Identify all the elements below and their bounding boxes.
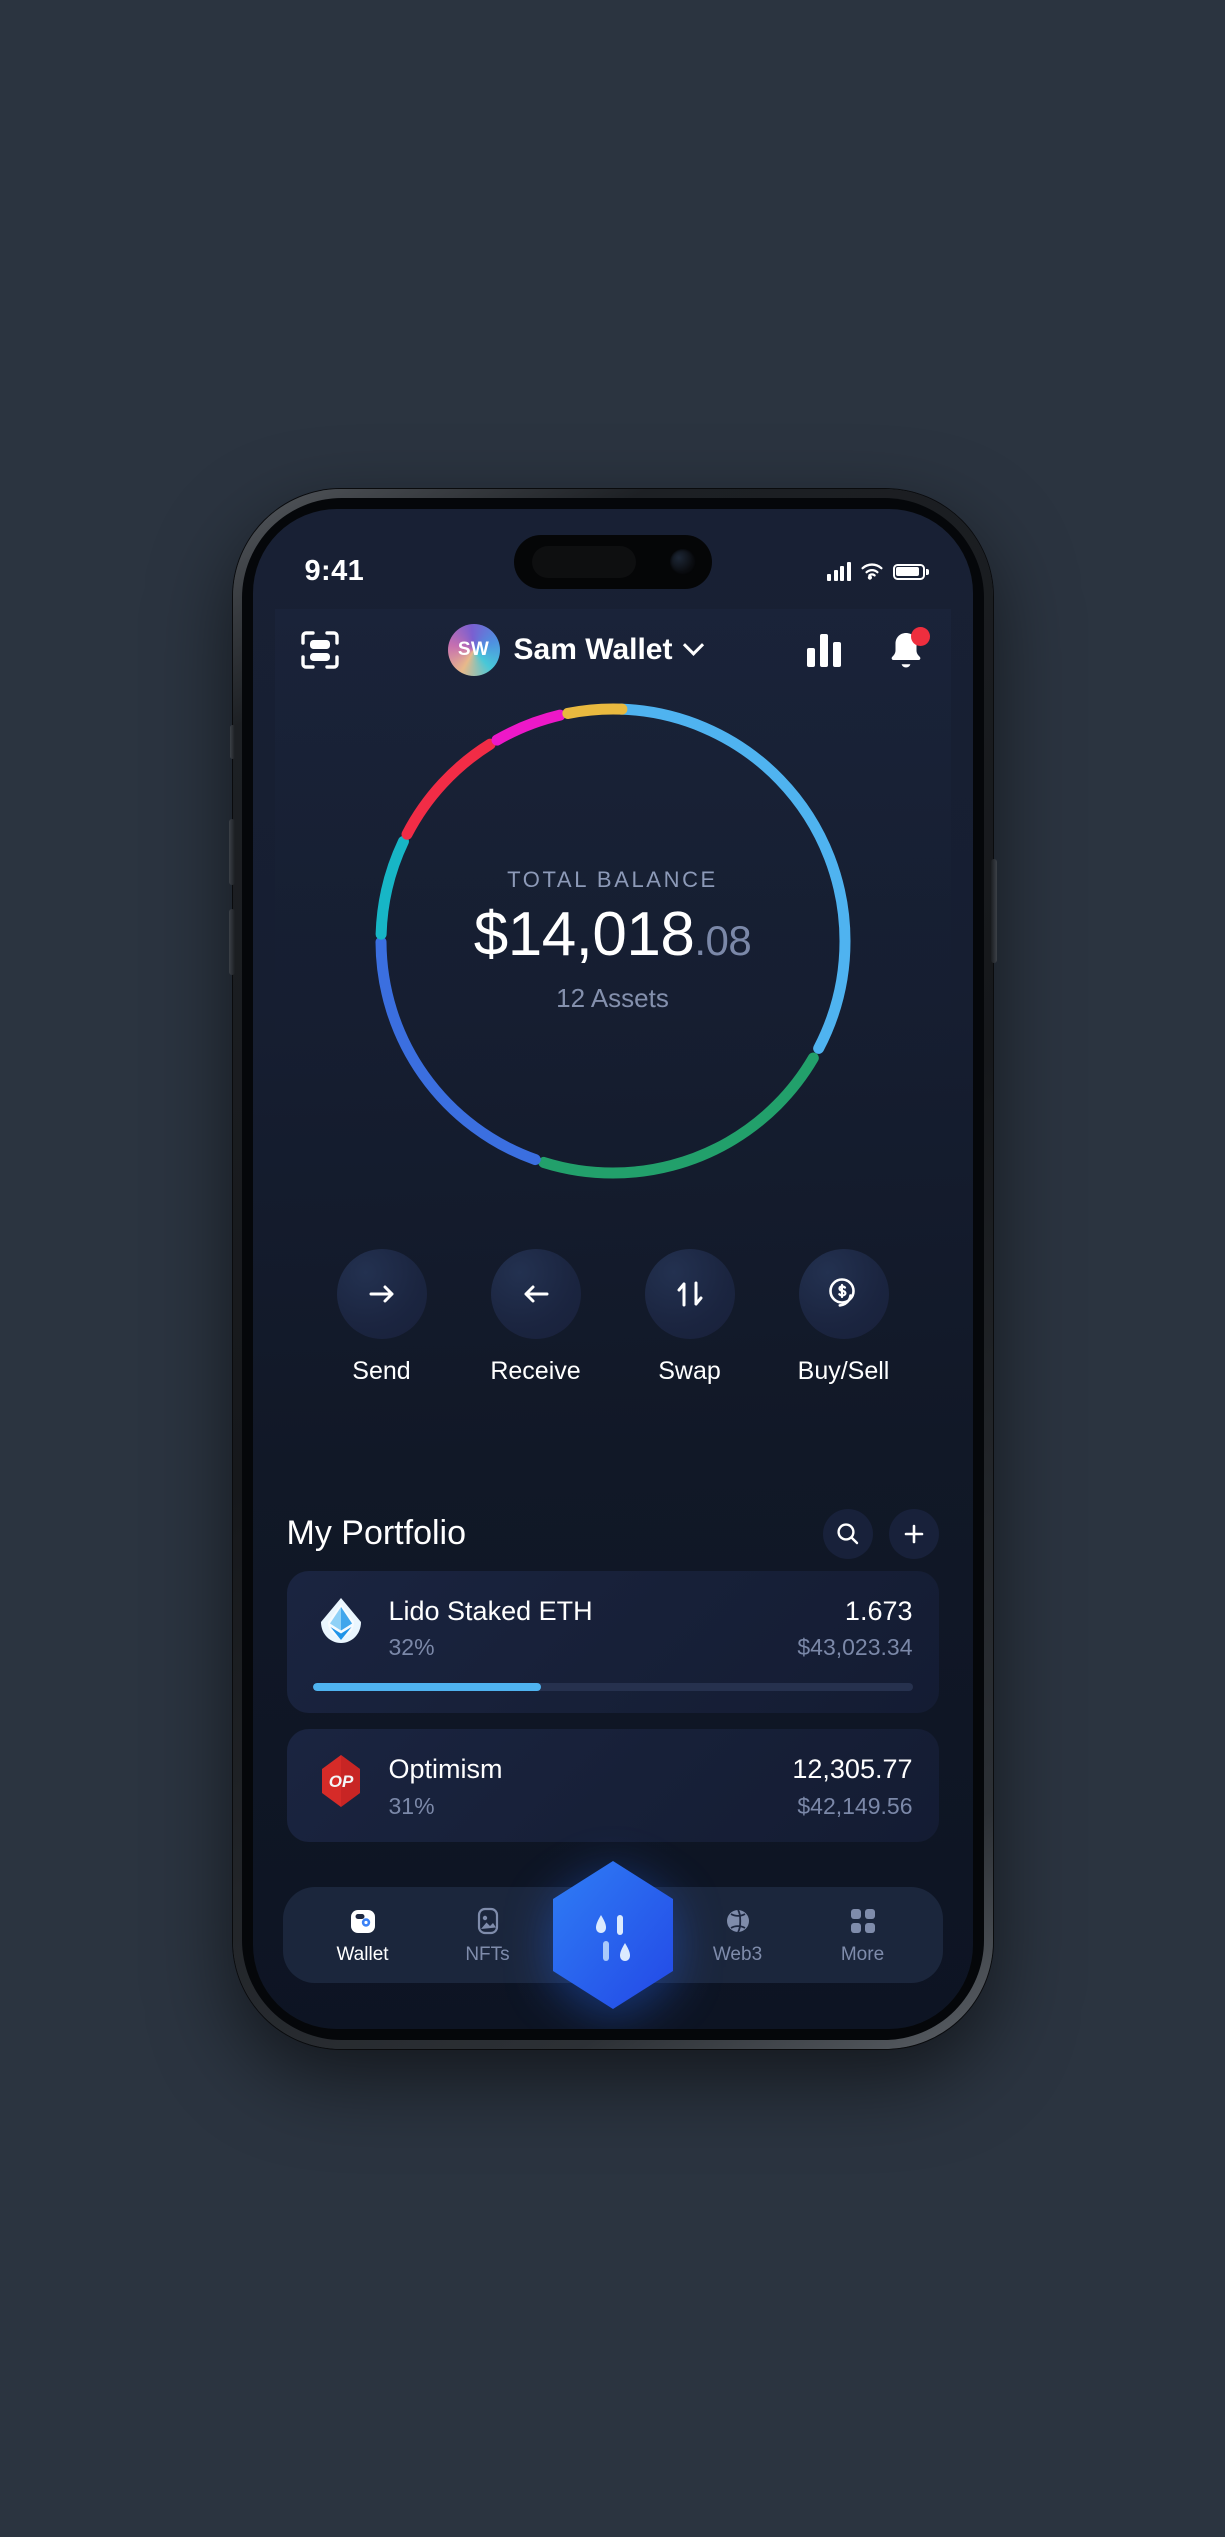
swap-arrows-icon — [644, 1248, 735, 1339]
notification-bell-icon[interactable] — [885, 626, 930, 672]
balance-donut-chart: TOTAL BALANCE $14,018.08 12 Assets — [253, 691, 973, 1211]
send-label: Send — [352, 1356, 411, 1385]
bar-chart-icon[interactable] — [806, 633, 841, 667]
balance-whole: $14,018 — [473, 900, 695, 970]
app-header: SW Sam Wallet — [253, 609, 973, 691]
swap-label: Swap — [658, 1356, 721, 1385]
asset-progress-bar — [312, 1683, 913, 1692]
svg-text:OP: OP — [328, 1772, 353, 1791]
receive-button[interactable]: Receive — [476, 1248, 596, 1386]
asset-quantity: 12,305.77 — [792, 1754, 913, 1785]
lido-icon — [313, 1595, 369, 1651]
send-button[interactable]: Send — [322, 1248, 442, 1386]
image-icon — [472, 1904, 504, 1938]
asset-name: Optimism — [388, 1754, 503, 1785]
buy-sell-button[interactable]: Buy/Sell — [784, 1248, 904, 1386]
asset-list: Lido Staked ETH 32% 1.673 $43,023.34 OP … — [286, 1570, 939, 1859]
asset-value: $43,023.34 — [797, 1634, 913, 1661]
portfolio-header: My Portfolio — [253, 1508, 973, 1559]
buy-sell-label: Buy/Sell — [797, 1356, 890, 1385]
plus-icon[interactable] — [888, 1508, 939, 1559]
wallet-selector[interactable]: SW Sam Wallet — [447, 623, 705, 676]
hexagon-token-icon[interactable] — [547, 1859, 679, 2011]
table-row[interactable]: OP Optimism 31% 12,305.77 $42,149.56 — [286, 1729, 939, 1842]
status-icons — [827, 562, 929, 581]
table-row[interactable]: Lido Staked ETH 32% 1.673 $43,023.34 — [286, 1570, 939, 1714]
asset-percent: 31% — [388, 1793, 435, 1819]
arrow-right-icon — [336, 1248, 427, 1339]
volume-up-button[interactable] — [228, 818, 235, 885]
avatar: SW — [447, 623, 500, 676]
assets-count: 12 Assets — [556, 982, 669, 1013]
battery-icon — [892, 563, 929, 580]
swap-button[interactable]: Swap — [630, 1248, 750, 1386]
silent-switch[interactable] — [229, 724, 235, 759]
grid-icon — [848, 1904, 878, 1938]
balance-center: TOTAL BALANCE $14,018.08 12 Assets — [363, 691, 863, 1191]
scan-icon[interactable] — [297, 627, 343, 673]
front-camera-icon — [669, 548, 696, 575]
status-clock: 9:41 — [304, 555, 365, 587]
chevron-down-icon[interactable] — [683, 634, 705, 656]
tab-more[interactable]: More — [817, 1904, 909, 1966]
phone-mockup: 9:41 SW Sam Wallet TOTAL BALANCE $14,018… — [228, 488, 997, 2049]
cellular-bars-icon — [827, 562, 851, 581]
tab-label: Web3 — [712, 1943, 763, 1965]
receive-label: Receive — [490, 1356, 581, 1385]
power-button[interactable] — [990, 858, 997, 963]
tab-label: More — [840, 1943, 885, 1965]
tab-wallet[interactable]: Wallet — [317, 1904, 409, 1966]
arrow-left-icon — [490, 1248, 581, 1339]
quick-actions: Send Receive Swap Buy/Sell — [253, 1248, 973, 1386]
asset-quantity: 1.673 — [844, 1595, 913, 1626]
tab-label: NFTs — [465, 1943, 510, 1965]
page-title: My Portfolio — [286, 1514, 467, 1552]
asset-percent: 32% — [388, 1634, 435, 1661]
dollar-coin-icon — [798, 1248, 889, 1339]
asset-value: $42,149.56 — [797, 1793, 913, 1819]
dynamic-island — [513, 534, 712, 589]
tab-label: Wallet — [336, 1943, 389, 1965]
balance-cents: .08 — [694, 917, 752, 965]
asset-name: Lido Staked ETH — [388, 1595, 593, 1626]
globe-icon — [722, 1904, 754, 1938]
tab-web3[interactable]: Web3 — [692, 1904, 784, 1966]
notification-badge — [910, 626, 930, 646]
wifi-icon — [860, 563, 883, 580]
total-balance-amount: $14,018.08 — [474, 897, 752, 973]
optimism-icon: OP — [313, 1753, 369, 1809]
app-screen: 9:41 SW Sam Wallet TOTAL BALANCE $14,018… — [252, 508, 973, 2029]
wallet-name: Sam Wallet — [513, 632, 673, 666]
wallet-icon — [347, 1904, 379, 1938]
search-icon[interactable] — [822, 1508, 873, 1559]
tab-nfts[interactable]: NFTs — [442, 1904, 534, 1966]
total-balance-label: TOTAL BALANCE — [507, 867, 718, 893]
volume-down-button[interactable] — [228, 908, 235, 975]
